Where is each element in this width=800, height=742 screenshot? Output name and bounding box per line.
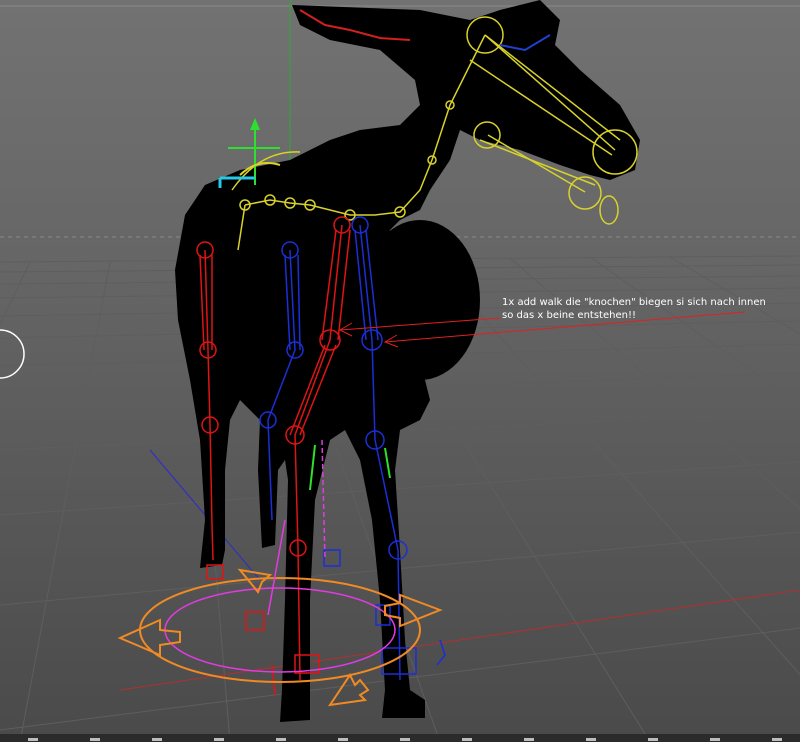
timeline-tick	[338, 738, 348, 741]
timeline-tick	[214, 738, 224, 741]
timeline-tick	[276, 738, 286, 741]
3d-viewport[interactable]: 1x add walk die "knochen" biegen si sich…	[0, 0, 800, 742]
viewport-scene[interactable]	[0, 0, 800, 742]
timeline-tick	[90, 738, 100, 741]
timeline-tick	[524, 738, 534, 741]
timeline-tick	[400, 738, 410, 741]
timeline-tick	[710, 738, 720, 741]
timeline-tick	[648, 738, 658, 741]
timeline-tick	[462, 738, 472, 741]
timeline-tick	[152, 738, 162, 741]
timeline-tick	[28, 738, 38, 741]
annotation-text: 1x add walk die "knochen" biegen si sich…	[502, 297, 766, 321]
timeline-tick	[586, 738, 596, 741]
timeline-tick	[772, 738, 782, 741]
